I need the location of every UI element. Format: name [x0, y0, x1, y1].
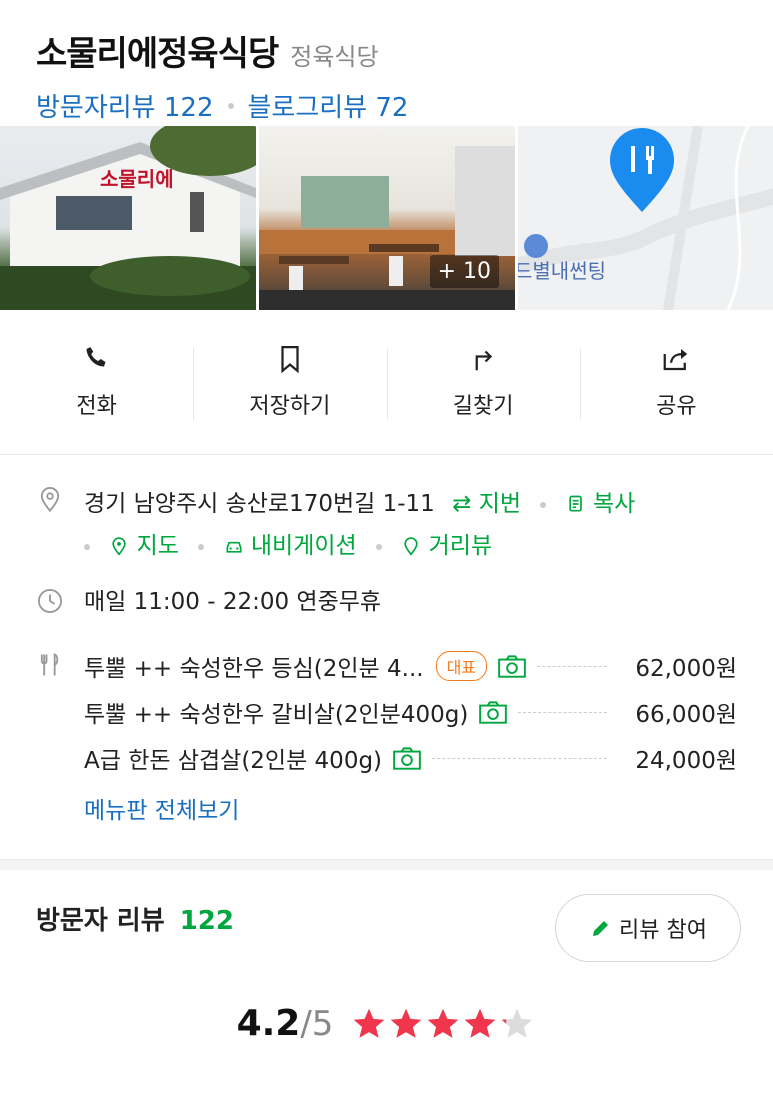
phone-icon — [86, 347, 106, 367]
rating-score: 4.2 — [236, 1003, 301, 1044]
hours-text: 매일 11:00 - 22:00 연중무휴 — [84, 589, 382, 615]
call-label: 전화 — [76, 394, 117, 419]
place-name: 소물리에정육식당 — [36, 34, 279, 74]
map-place-label: 드별내썬팅 — [518, 259, 606, 283]
copy-address-button[interactable]: 복사 — [566, 491, 636, 517]
menu-item-price: 62,000원 — [635, 656, 737, 682]
menu-item-name: 투뿔 ++ 숙성한우 갈비살(2인분400g) — [84, 702, 469, 728]
hours-row: 매일 11:00 - 22:00 연중무휴 — [36, 585, 737, 625]
menu-item-price: 66,000원 — [635, 702, 737, 728]
star-icon — [465, 1008, 496, 1038]
directions-button[interactable]: 길찾기 — [386, 310, 580, 454]
save-label: 저장하기 — [249, 394, 331, 419]
star-rating — [351, 1006, 536, 1042]
share-button[interactable]: 공유 — [579, 310, 773, 454]
navigation-link[interactable]: 내비게이션 — [224, 533, 357, 559]
streetview-label: 거리뷰 — [428, 533, 493, 559]
menu-item[interactable]: 투뿔 ++ 숙성한우 갈비살(2인분400g) 66,000원 — [84, 689, 737, 735]
jibun-toggle[interactable]: ⇄ 지번 — [452, 491, 521, 517]
menu-item[interactable]: A급 한돈 삼겹살(2인분 400g) 24,000원 — [84, 735, 737, 781]
exterior-photo[interactable]: 소물리에 — [0, 126, 256, 310]
save-button[interactable]: 저장하기 — [193, 310, 386, 454]
copy-icon — [568, 495, 582, 512]
signature-badge: 대표 — [435, 651, 488, 681]
copy-label: 복사 — [592, 491, 636, 517]
menu-item-name: 투뿔 ++ 숙성한우 등심(2인분 4... — [84, 656, 424, 682]
call-button[interactable]: 전화 — [0, 310, 193, 454]
camera-icon[interactable] — [497, 653, 527, 679]
place-category: 정육식당 — [290, 43, 379, 71]
address-row: 경기 남양주시 송산로170번길 1-11 ⇄ 지번 복사 지도 내비게이션 거… — [36, 483, 737, 567]
visitor-review-title: 방문자 리뷰 — [36, 906, 165, 936]
map-thumbnail[interactable]: 드별내썬팅 — [518, 126, 773, 310]
visitor-review-section: 방문자 리뷰 122 리뷰 참여 4.2 /5 — [0, 870, 773, 1044]
leader-line — [432, 757, 607, 759]
camera-icon[interactable] — [478, 699, 508, 725]
menu-item-name: A급 한돈 삼겹살(2인분 400g) — [84, 748, 383, 774]
utensils-icon — [40, 653, 59, 676]
directions-label: 길찾기 — [452, 394, 514, 419]
place-header: 소물리에정육식당 정육식당 방문자리뷰 122 블로그리뷰 72 — [0, 0, 773, 126]
write-review-button[interactable]: 리뷰 참여 — [555, 894, 741, 962]
menu-item[interactable]: 투뿔 ++ 숙성한우 등심(2인분 4... 대표 62,000원 — [84, 643, 737, 689]
separator-dot — [227, 102, 234, 109]
menu-section: 투뿔 ++ 숙성한우 등심(2인분 4... 대표 62,000원 투뿔 ++ … — [36, 643, 737, 781]
bookmark-icon — [281, 346, 299, 374]
more-photos-count[interactable]: + 10 — [429, 255, 499, 288]
rating-summary: 4.2 /5 — [36, 1003, 737, 1044]
leader-line — [518, 711, 607, 713]
share-icon — [664, 349, 688, 371]
menu-item-price: 24,000원 — [635, 748, 737, 774]
directions-icon — [475, 350, 493, 371]
action-bar: 전화 저장하기 길찾기 공유 — [0, 310, 773, 455]
share-label: 공유 — [656, 394, 697, 419]
car-icon — [226, 541, 242, 553]
map-pin-small-icon — [112, 537, 126, 556]
star-icon — [354, 1008, 385, 1038]
clock-icon — [37, 588, 63, 614]
place-info: 경기 남양주시 송산로170번길 1-11 ⇄ 지번 복사 지도 내비게이션 거… — [0, 455, 773, 825]
star-icon — [428, 1008, 459, 1038]
streetview-link[interactable]: 거리뷰 — [401, 533, 492, 559]
sign-text: 소물리에 — [100, 167, 174, 191]
visitor-review-count: 122 — [179, 906, 234, 936]
photo-strip: 소물리에 + 10 드별내썬팅 — [0, 126, 773, 310]
address-text: 경기 남양주시 송산로170번길 1-11 — [84, 491, 435, 517]
star-icon — [391, 1008, 422, 1038]
map-link[interactable]: 지도 — [109, 533, 179, 559]
navigation-label: 내비게이션 — [250, 533, 357, 559]
map-pin-icon — [610, 128, 674, 212]
camera-icon[interactable] — [392, 745, 422, 771]
visitor-reviews-link[interactable]: 방문자리뷰 122 — [36, 87, 214, 124]
write-review-label: 리뷰 참여 — [619, 918, 707, 943]
star-icon — [502, 1008, 533, 1038]
view-full-menu-link[interactable]: 메뉴판 전체보기 — [84, 791, 737, 825]
interior-photo[interactable]: + 10 — [259, 126, 515, 310]
pencil-icon — [593, 921, 609, 936]
map-label: 지도 — [136, 533, 179, 559]
leader-line — [537, 665, 607, 667]
streetview-icon — [404, 537, 418, 556]
rating-out-of: /5 — [300, 1004, 334, 1044]
location-icon — [40, 487, 60, 513]
section-divider — [0, 859, 773, 870]
blog-reviews-link[interactable]: 블로그리뷰 72 — [248, 87, 409, 124]
